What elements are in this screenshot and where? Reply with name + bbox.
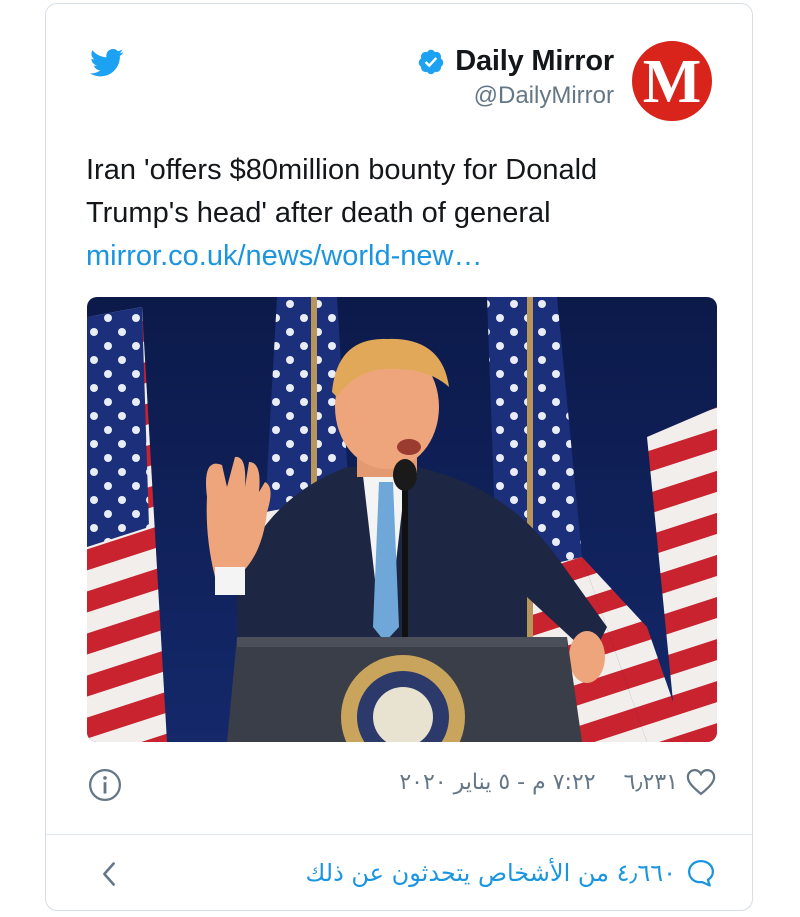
verified-badge-icon xyxy=(418,49,444,74)
tweet-link[interactable]: mirror.co.uk/news/world-new… xyxy=(86,235,706,278)
speech-bubble-icon xyxy=(688,860,714,887)
like-count: ٦٫٢٣١ xyxy=(623,769,678,795)
author-display-name[interactable]: Daily Mirror xyxy=(455,45,614,78)
chevron-left-icon[interactable] xyxy=(98,860,120,888)
twitter-bird-icon[interactable] xyxy=(90,48,124,78)
info-icon[interactable] xyxy=(88,768,122,802)
author-avatar[interactable]: M xyxy=(632,41,712,121)
tweet-media-photo[interactable] xyxy=(87,297,717,742)
tweet-timestamp[interactable]: ٧:٢٢ م - ٥ يناير ٢٠٢٠ xyxy=(399,770,595,795)
tweet-author[interactable]: Daily Mirror @DailyMirror M xyxy=(417,41,712,121)
tweet-meta-row: ٧:٢٢ م - ٥ يناير ٢٠٢٠ ٦٫٢٣١ xyxy=(86,764,716,804)
speaker-photo xyxy=(87,297,717,742)
embedded-tweet-card: Daily Mirror @DailyMirror M Iran 'offers… xyxy=(45,3,753,911)
heart-icon[interactable] xyxy=(686,768,716,796)
author-handle[interactable]: @DailyMirror xyxy=(417,82,614,110)
tweet-text: Iran 'offers $80million bounty for Donal… xyxy=(86,154,598,229)
avatar-logo-letter: M xyxy=(642,48,702,116)
people-talking-text[interactable]: ٤٫٦٦٠ من الأشخاص يتحدثون عن ذلك xyxy=(306,859,676,887)
divider xyxy=(46,834,752,835)
tweet-text-block: Iran 'offers $80million bounty for Donal… xyxy=(86,149,706,278)
conversation-row[interactable]: ٤٫٦٦٠ من الأشخاص يتحدثون عن ذلك xyxy=(86,854,716,898)
